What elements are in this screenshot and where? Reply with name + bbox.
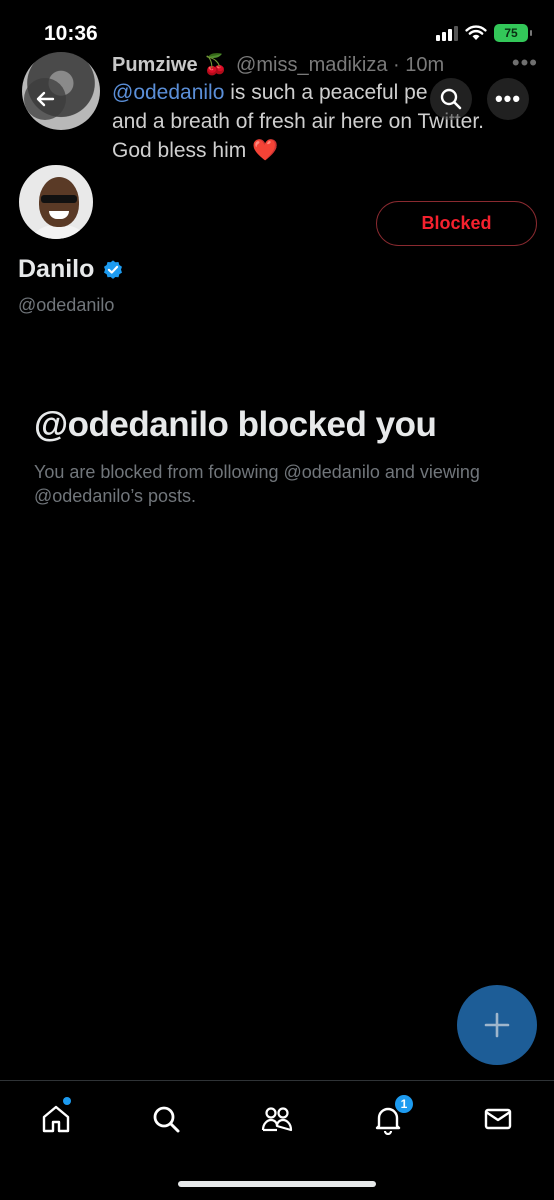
plus-icon	[484, 1012, 510, 1038]
ellipsis-icon: •••	[494, 86, 522, 111]
blocked-title: @odedanilo blocked you	[34, 405, 437, 444]
nav-notifications[interactable]: 1	[368, 1093, 415, 1139]
nav-explore[interactable]	[146, 1099, 186, 1139]
cherry-emoji: 🍒	[203, 54, 229, 76]
tweet-author-name: Pumziwe 🍒	[112, 54, 229, 76]
home-unread-dot	[63, 1097, 71, 1105]
profile-avatar[interactable]	[16, 162, 96, 242]
battery-icon: 75	[494, 24, 532, 42]
tweet-author-handle: @miss_madikiza · 10m	[236, 54, 445, 76]
status-time: 10:36	[44, 22, 98, 45]
back-button[interactable]	[24, 78, 66, 120]
home-icon	[42, 1105, 70, 1133]
more-options-button[interactable]: •••	[487, 78, 529, 120]
tweet-header: Pumziwe 🍒 @miss_madikiza · 10m	[112, 52, 444, 77]
profile-display-name: Danilo	[18, 255, 95, 283]
verified-badge-icon[interactable]	[102, 259, 124, 281]
profile-name-row: Danilo	[18, 255, 124, 284]
blocked-button[interactable]: Blocked	[376, 201, 537, 246]
battery-level: 75	[504, 26, 518, 40]
tweet-more-icon[interactable]: •••	[512, 50, 538, 76]
arrow-left-icon	[36, 91, 55, 107]
nav-communities[interactable]	[257, 1099, 297, 1139]
search-button[interactable]	[430, 78, 472, 120]
nav-messages[interactable]	[478, 1099, 518, 1139]
blocked-description: You are blocked from following @odedanil…	[34, 462, 480, 506]
cellular-signal-icon	[436, 25, 458, 41]
heart-emoji: ❤️	[252, 139, 279, 162]
notifications-badge: 1	[393, 1093, 415, 1115]
communities-icon	[261, 1107, 293, 1132]
tweet-mention-link[interactable]: @odedanilo	[112, 81, 224, 104]
profile-handle: @odedanilo	[18, 295, 115, 315]
mail-icon	[484, 1108, 512, 1130]
tweet-time: 10m	[405, 54, 445, 76]
search-icon	[440, 88, 462, 110]
nav-home[interactable]	[36, 1097, 76, 1139]
search-icon	[153, 1106, 180, 1133]
compose-post-button[interactable]	[457, 985, 537, 1065]
status-indicators: 75	[436, 24, 532, 42]
wifi-icon	[465, 25, 487, 40]
home-indicator[interactable]	[178, 1181, 376, 1187]
